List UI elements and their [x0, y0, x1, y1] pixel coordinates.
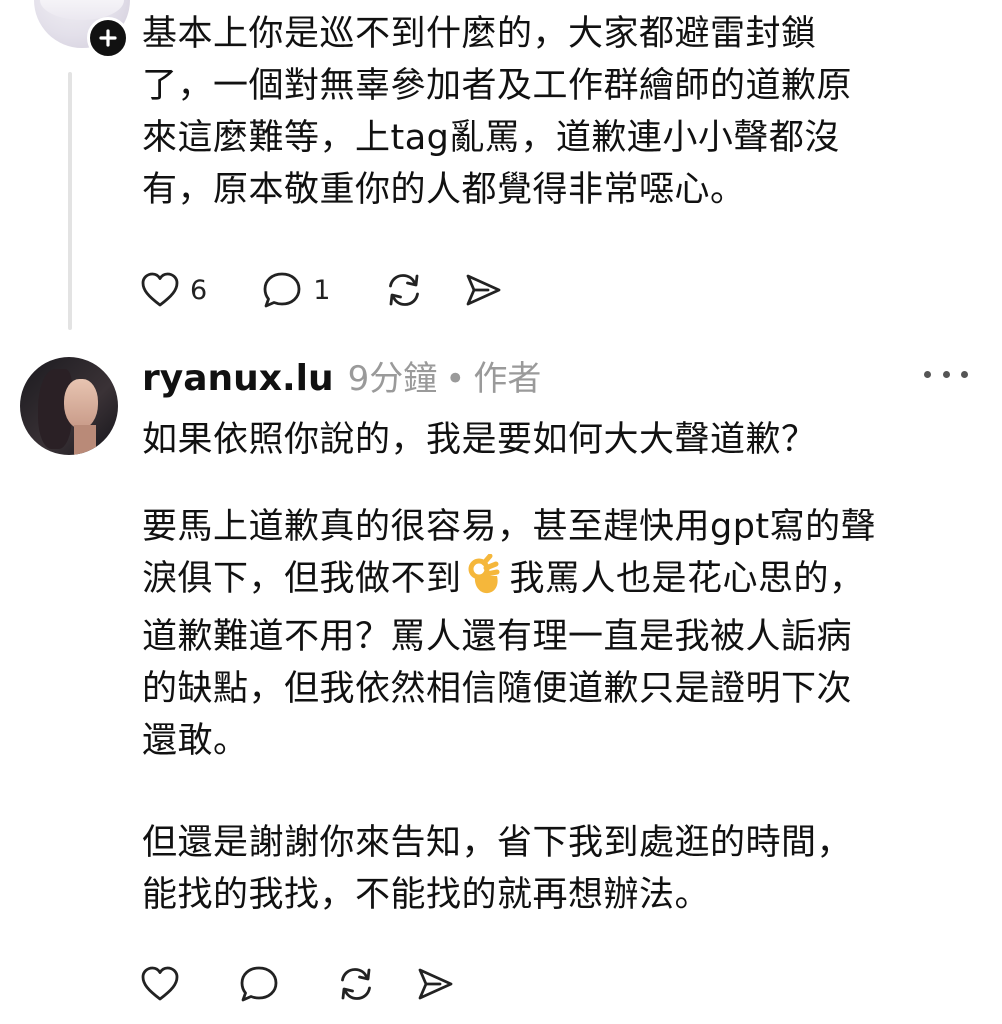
reply-comment-actions [140, 962, 456, 1006]
reply-line: 但還是謝謝你來告知，省下我到處逛的時間， [142, 823, 853, 863]
previous-comment-line: 有，原本敬重你的人都覺得非常噁心。 [142, 170, 746, 210]
previous-comment-line: 了，一個對無辜參加者及工作群繪師的道歉原 [142, 66, 853, 106]
plus-icon [99, 29, 117, 47]
heart-icon [141, 966, 179, 1001]
share-icon [418, 968, 453, 1000]
like-button[interactable]: 6 [140, 271, 207, 309]
reply-button[interactable]: 1 [261, 270, 330, 310]
repost-button[interactable] [382, 270, 426, 310]
reply-line: 能找的我找，不能找的就再想辦法。 [142, 875, 711, 915]
thread-line [68, 72, 72, 330]
repost-icon [341, 968, 371, 1000]
previous-comment-body: 基本上你是巡不到什麼的，大家都避雷封鎖 了，一個對無辜參加者及工作群繪師的道歉原… [142, 8, 852, 216]
reply-paragraph-1: 如果依照你說的，我是要如何大大聲道歉？ [142, 414, 817, 466]
reply-button[interactable] [238, 964, 280, 1004]
previous-comment-actions: 6 1 [140, 268, 504, 312]
share-button[interactable] [462, 270, 504, 310]
more-icon [924, 370, 931, 378]
comment-icon [263, 272, 301, 308]
reply-line: 還敢。 [142, 721, 249, 761]
reply-line: 如果依照你說的，我是要如何大大聲道歉？ [142, 420, 817, 460]
separator-dot: • [445, 359, 466, 399]
reply-line-segment: 淚俱下，但我做不到 [142, 559, 462, 599]
heart-icon [141, 272, 179, 307]
reply-paragraph-2: 要馬上道歉真的很容易，甚至趕快用gpt寫的聲 淚俱下，但我做不到 我罵人也是花心… [142, 501, 876, 767]
previous-comment-line: 來這麼難等，上tag亂罵，道歉連小小聲都沒 [142, 118, 840, 158]
reply-line: 要馬上道歉真的很容易，甚至趕快用gpt寫的聲 [142, 507, 877, 547]
previous-comment-line: 基本上你是巡不到什麼的，大家都避雷封鎖 [142, 14, 817, 54]
comment-header: ryanux.lu 9分鐘 • 作者 [142, 351, 541, 405]
timestamp: 9分鐘 [347, 359, 438, 399]
username[interactable]: ryanux.lu [142, 358, 334, 399]
comment-icon [240, 966, 278, 1002]
reply-paragraph-3: 但還是謝謝你來告知，省下我到處逛的時間， 能找的我找，不能找的就再想辦法。 [142, 817, 852, 921]
author-badge: 作者 [473, 359, 542, 399]
reply-line: 淚俱下，但我做不到 我罵人也是花心思的， [142, 553, 876, 611]
reply-line: 的缺點，但我依然相信隨便道歉只是證明下次 [142, 669, 853, 709]
like-button[interactable] [140, 965, 180, 1003]
author-avatar[interactable] [20, 357, 118, 455]
share-button[interactable] [414, 964, 456, 1004]
reply-line-segment: 我罵人也是花心思的， [509, 559, 865, 599]
reply-count: 1 [313, 274, 331, 306]
reply-line: 道歉難道不用？罵人還有理一直是我被人詬病 [142, 617, 853, 657]
more-options-button[interactable] [924, 360, 968, 388]
ok-hand-emoji [466, 553, 504, 611]
repost-icon [389, 274, 420, 306]
like-count: 6 [190, 274, 208, 306]
follow-button[interactable] [87, 17, 129, 59]
share-icon [466, 274, 501, 306]
repost-button[interactable] [334, 964, 378, 1004]
